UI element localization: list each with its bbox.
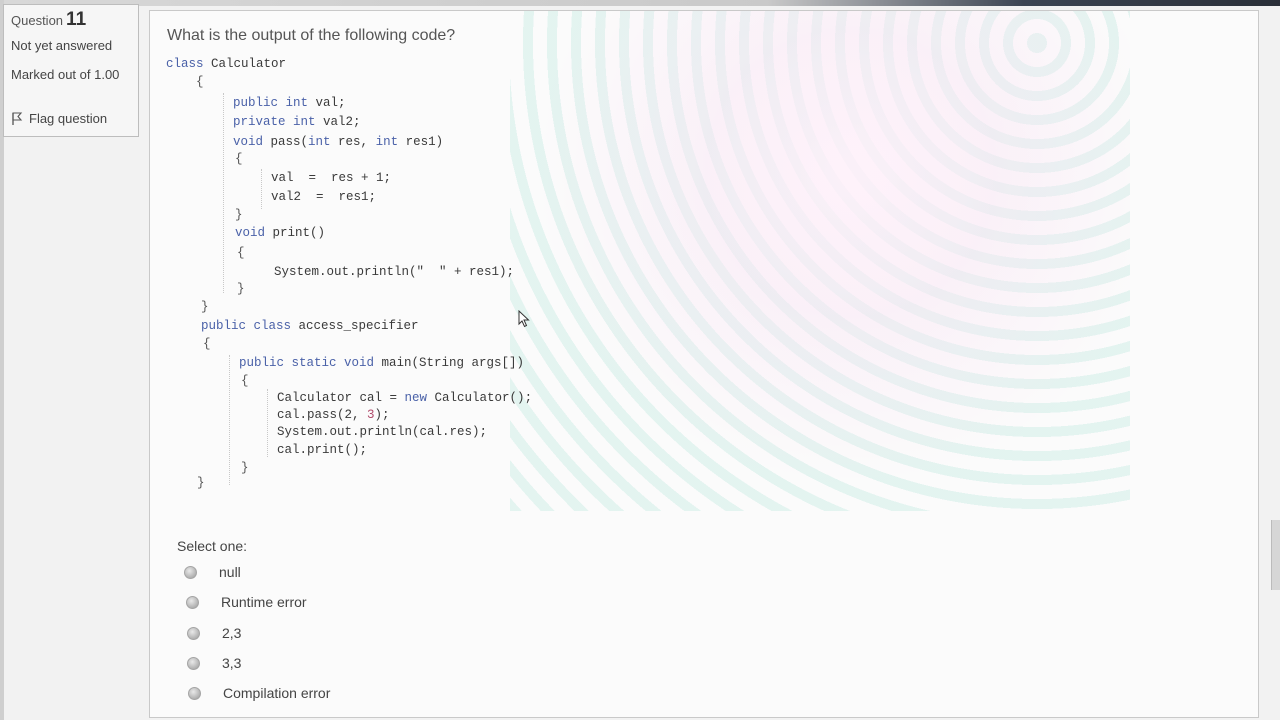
code-text: access_specifier [291,319,419,333]
code-keyword: public int [233,96,309,110]
code-line-main: public static void main(String args[]) [239,356,524,370]
code-line-println-res: System.out.println(cal.res); [277,425,488,439]
code-text: res1) [398,135,444,149]
radio-button[interactable] [187,656,200,670]
select-one-label: Select one: [177,538,248,554]
brace-open: { [237,246,245,260]
code-keyword: private int [233,115,316,129]
indent-guide [267,389,268,457]
question-prefix: Question [11,13,64,28]
question-number-value: 11 [66,9,87,30]
code-text: main(String args[]) [374,356,525,370]
code-line-private-int: private int val2; [233,115,361,129]
option-label: 3,3 [222,655,242,671]
code-line-void-pass: void pass(int res, int res1) [233,135,443,149]
option-runtime-error[interactable]: Runtime error [186,594,307,610]
brace-open: { [203,337,211,351]
question-text: What is the output of the following code… [167,27,456,44]
brace-open: { [235,152,243,166]
brace-close: } [235,208,243,222]
code-keyword: public static void [239,356,375,370]
indent-guide [261,169,262,209]
radio-button[interactable] [184,565,197,579]
option-label: 2,3 [222,625,242,641]
brace-close: } [241,461,249,475]
indent-guide [229,355,230,485]
code-line-val2-assign: val2 = res1; [271,190,377,204]
indent-guide [223,93,224,293]
radio-button[interactable] [188,686,201,700]
option-null[interactable]: null [184,564,241,580]
code-text: print() [265,226,326,240]
code-line-public-class: public class access_specifier [201,319,419,333]
marked-out-of: Marked out of 1.00 [11,67,120,82]
code-keyword: int [375,135,399,149]
brace-close: } [201,300,209,314]
radio-button[interactable] [187,626,200,640]
code-keyword: class [166,57,204,71]
code-line-val-assign: val = res + 1; [271,171,392,185]
flag-question-label: Flag question [29,111,108,126]
option-label: Runtime error [221,594,307,610]
code-text: val; [308,96,346,110]
code-keyword: void [235,226,266,240]
brace-open: { [196,75,204,89]
code-text: Calculator(); [427,391,533,405]
option-3-3[interactable]: 3,3 [187,655,241,671]
code-line-class: class Calculator [166,57,286,71]
code-line-public-int: public int val; [233,96,346,110]
mouse-cursor-icon [518,310,530,328]
code-keyword: public class [201,319,292,333]
screen-glare [510,11,1130,511]
brace-open: { [241,374,249,388]
question-number: Question 11 [11,9,86,31]
code-text: ); [374,408,390,422]
option-label: null [219,564,241,580]
code-line-cal-pass: cal.pass(2, 3); [277,408,390,422]
flag-question-link[interactable]: Flag question [11,111,107,126]
code-text: val2; [315,115,361,129]
brace-close: } [237,282,245,296]
option-compilation-error[interactable]: Compilation error [188,685,330,701]
code-line-cal-print: cal.print(); [277,443,368,457]
brace-close: } [197,476,205,490]
answer-state: Not yet answered [11,38,113,53]
code-line-void-print: void print() [235,226,325,240]
option-label: Compilation error [223,685,331,701]
code-text: cal.pass(2, [277,408,368,422]
code-line-println-res1: System.out.println(" " + res1); [274,265,515,279]
flag-icon [12,112,23,125]
code-text: res, [330,135,376,149]
code-line-new-calculator: Calculator cal = new Calculator(); [277,391,532,405]
question-info-panel: Question 11 Not yet answered Marked out o… [3,4,139,137]
radio-button[interactable] [186,595,199,609]
code-keyword: int [308,135,331,149]
code-text: pass( [263,135,309,149]
code-keyword: void [233,135,264,149]
code-keyword: new [404,391,428,405]
scrollbar-edge[interactable] [1271,520,1280,590]
code-number: 3 [367,408,375,422]
code-text: Calculator cal = [277,391,405,405]
code-text: Calculator [203,57,287,71]
question-card: What is the output of the following code… [149,10,1259,718]
option-2-3[interactable]: 2,3 [187,625,241,641]
top-bar [0,0,1280,6]
